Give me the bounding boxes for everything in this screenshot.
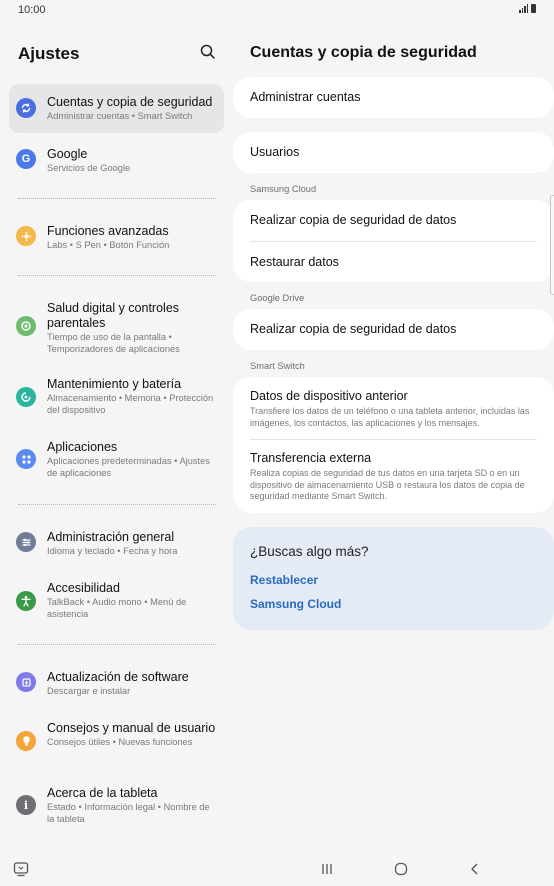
- recents-icon: [322, 864, 332, 874]
- status-time: 10:00: [18, 4, 46, 16]
- reset-link[interactable]: Restablecer: [250, 573, 318, 587]
- menu-item-subtitle: Labs • S Pen • Botón Función: [47, 240, 170, 250]
- search-button[interactable]: [198, 42, 218, 62]
- menu-item-subtitle: TalkBack • Audio mono • Menú de asistenc…: [47, 597, 187, 619]
- status-bar: 10:00: [0, 0, 554, 20]
- menu-item-title: Accesibilidad: [47, 581, 120, 595]
- menu-item-subtitle: Servicios de Google: [47, 163, 131, 173]
- google-backup-item[interactable]: Realizar copia de seguridad de datos: [233, 309, 554, 350]
- back-button[interactable]: [466, 860, 484, 878]
- looking-for-more-title: ¿Buscas algo más?: [250, 544, 369, 559]
- menu-item-title: Consejos y manual de usuario: [47, 721, 216, 735]
- menu-item-digital-wellbeing[interactable]: Salud digital y controles parentales Tie…: [9, 292, 224, 360]
- menu-item-tips-manual[interactable]: Consejos y manual de usuario Consejos út…: [9, 714, 224, 772]
- previous-device-item[interactable]: Datos de dispositivo anterior Transfiere…: [250, 389, 537, 429]
- samsung-cloud-link[interactable]: Samsung Cloud: [250, 597, 341, 611]
- looking-for-more-card: ¿Buscas algo más? Restablecer Samsung Cl…: [233, 527, 554, 630]
- sync-icon: [16, 98, 36, 118]
- row-divider: [250, 241, 537, 242]
- external-transfer-label: Transferencia externa: [250, 451, 372, 465]
- signal-icon: [519, 4, 528, 13]
- taskbar-button[interactable]: [12, 860, 30, 878]
- manage-accounts-item[interactable]: Administrar cuentas: [233, 77, 554, 118]
- menu-item-general-management[interactable]: Administración general Idioma y teclado …: [9, 523, 224, 567]
- previous-device-description: Transfiere los datos de un teléfono o un…: [250, 406, 530, 428]
- sliders-icon: [16, 532, 36, 552]
- menu-item-title: Funciones avanzadas: [47, 224, 169, 238]
- apps-icon: [16, 449, 36, 469]
- backup-data-label: Realizar copia de seguridad de datos: [250, 213, 457, 227]
- menu-item-accessibility[interactable]: Accesibilidad TalkBack • Audio mono • Me…: [9, 574, 224, 630]
- menu-item-accounts-backup[interactable]: Cuentas y copia de seguridad Administrar…: [9, 84, 224, 133]
- home-icon: [394, 862, 408, 876]
- menu-item-title: Actualización de software: [47, 670, 189, 684]
- navigation-bar: [0, 850, 554, 886]
- settings-title: Ajustes: [18, 44, 80, 63]
- section-label-smart-switch: Smart Switch: [250, 361, 305, 371]
- section-divider: [18, 644, 216, 645]
- restore-data-label: Restaurar datos: [250, 255, 339, 269]
- menu-item-subtitle: Tiempo de uso de la pantalla • Temporiza…: [47, 332, 180, 354]
- recents-button[interactable]: [318, 860, 336, 878]
- menu-item-subtitle: Estado • Información legal • Nombre de l…: [47, 802, 210, 824]
- menu-item-advanced-features[interactable]: Funciones avanzadas Labs • S Pen • Botón…: [9, 217, 224, 261]
- page-title: Cuentas y copia de seguridad: [250, 44, 477, 61]
- menu-item-title: Google: [47, 147, 88, 161]
- status-icons: [519, 4, 536, 13]
- back-icon: [471, 863, 478, 875]
- section-label-samsung-cloud: Samsung Cloud: [250, 184, 317, 194]
- external-transfer-item[interactable]: Transferencia externa Realiza copias de …: [250, 451, 537, 503]
- google-icon: G: [16, 149, 36, 169]
- menu-item-apps[interactable]: Aplicaciones Aplicaciones predeterminada…: [9, 433, 224, 487]
- detail-pane: Cuentas y copia de seguridad Administrar…: [233, 20, 554, 850]
- menu-item-device-care[interactable]: Mantenimiento y batería Almacenamiento •…: [9, 370, 224, 424]
- update-icon: [16, 672, 36, 692]
- taskbar-icon: [13, 862, 29, 877]
- external-transfer-description: Realiza copias de seguridad de tus datos…: [250, 468, 525, 501]
- menu-item-subtitle: Administrar cuentas • Smart Switch: [47, 111, 193, 121]
- row-divider: [250, 439, 537, 440]
- backup-data-item[interactable]: Realizar copia de seguridad de datos: [250, 213, 537, 227]
- wellbeing-icon: [16, 316, 36, 336]
- menu-item-title: Cuentas y copia de seguridad: [47, 95, 213, 109]
- info-icon: i: [16, 795, 36, 815]
- search-icon: [200, 44, 215, 59]
- previous-device-label: Datos de dispositivo anterior: [250, 389, 408, 403]
- menu-item-title: Mantenimiento y batería: [47, 377, 182, 391]
- puzzle-icon: [16, 226, 36, 246]
- section-divider: [18, 504, 216, 505]
- care-icon: [16, 387, 36, 407]
- settings-list-pane: Ajustes Cuentas y copia de seguridad Adm…: [0, 20, 233, 850]
- users-item[interactable]: Usuarios: [233, 132, 554, 173]
- section-divider: [18, 275, 216, 276]
- smart-switch-card: Datos de dispositivo anterior Transfiere…: [233, 377, 554, 513]
- menu-item-subtitle: Idioma y teclado • Fecha y hora: [47, 546, 178, 556]
- samsung-cloud-card: Realizar copia de seguridad de datos Res…: [233, 200, 554, 282]
- menu-item-title: Acerca de la tableta: [47, 786, 158, 800]
- home-button[interactable]: [392, 860, 410, 878]
- menu-item-subtitle: Aplicaciones predeterminadas • Ajustes d…: [47, 456, 210, 478]
- manage-accounts-label: Administrar cuentas: [250, 90, 361, 104]
- menu-item-software-update[interactable]: Actualización de software Descargar e in…: [9, 663, 224, 707]
- menu-item-title: Administración general: [47, 530, 175, 544]
- bulb-icon: [16, 731, 36, 751]
- battery-icon: [531, 4, 536, 13]
- panel-resize-handle[interactable]: [550, 195, 554, 295]
- section-label-google-drive: Google Drive: [250, 293, 305, 303]
- google-backup-label: Realizar copia de seguridad de datos: [250, 322, 457, 336]
- users-label: Usuarios: [250, 145, 300, 159]
- restore-data-item[interactable]: Restaurar datos: [250, 255, 537, 269]
- menu-item-title: Salud digital y controles parentales: [47, 301, 180, 330]
- menu-item-google[interactable]: G Google Servicios de Google: [9, 140, 224, 184]
- menu-item-about-tablet[interactable]: i Acerca de la tableta Estado • Informac…: [9, 778, 224, 836]
- section-divider: [18, 198, 216, 199]
- menu-item-subtitle: Consejos útiles • Nuevas funciones: [47, 737, 193, 747]
- menu-item-subtitle: Almacenamiento • Memoria • Protección de…: [47, 393, 214, 415]
- menu-item-subtitle: Descargar e instalar: [47, 686, 131, 696]
- menu-item-title: Aplicaciones: [47, 440, 118, 454]
- accessibility-icon: [16, 591, 36, 611]
